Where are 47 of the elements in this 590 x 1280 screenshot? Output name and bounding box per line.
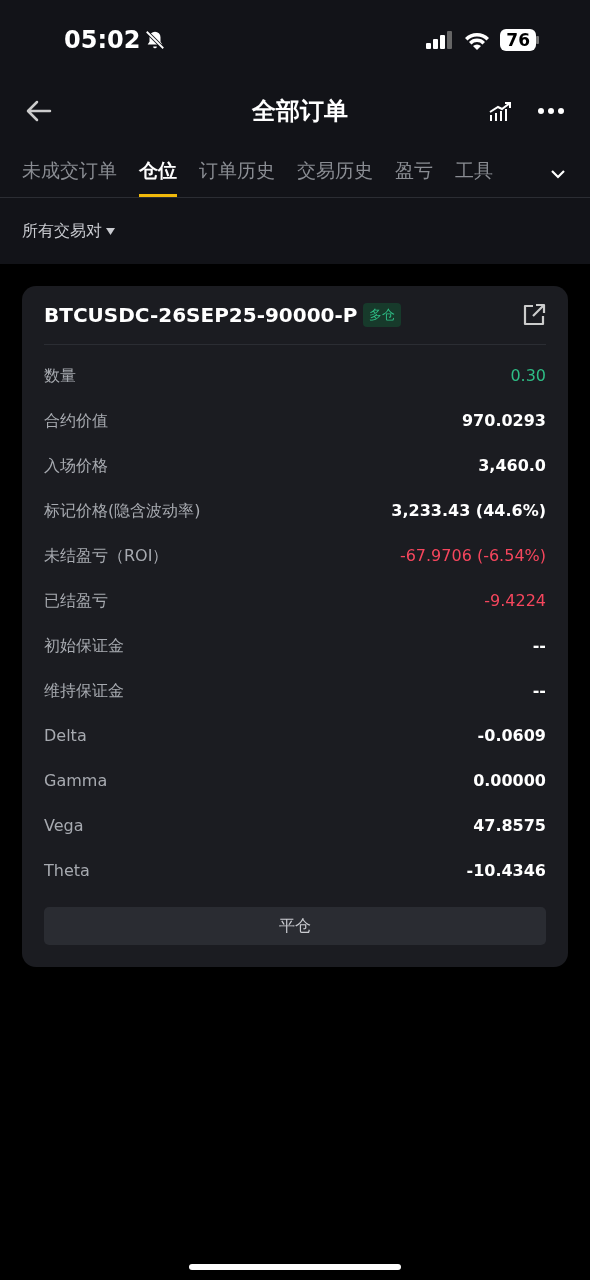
field-value: 970.0293 [462, 409, 546, 432]
close-position-button[interactable]: 平仓 [44, 907, 546, 945]
field-value: -9.4224 [484, 589, 546, 612]
field-value: 47.8575 [473, 814, 546, 837]
side-tag: 多仓 [363, 303, 402, 327]
field-label: 标记价格(隐含波动率) [44, 499, 201, 522]
share-icon[interactable] [522, 303, 546, 327]
field-value: 0.30 [510, 364, 546, 387]
signal-icon [426, 31, 455, 49]
battery-tip-icon [536, 36, 540, 44]
status-time: 05:02 [64, 25, 141, 56]
field-label: Vega [44, 814, 84, 837]
field-label: Delta [44, 724, 87, 747]
tab[interactable]: 盈亏 [395, 155, 433, 197]
chevron-down-icon[interactable] [550, 169, 566, 179]
field-label: 已结盈亏 [44, 589, 108, 612]
caret-icon [106, 227, 115, 235]
field-value: -- [532, 634, 546, 657]
battery-level: 76 [500, 29, 536, 51]
field-value: -- [532, 679, 546, 702]
field-value: -10.4346 [466, 859, 546, 882]
back-arrow-icon[interactable] [26, 100, 52, 122]
field-label: 数量 [44, 364, 76, 387]
field-value: 0.00000 [473, 769, 546, 792]
tab[interactable]: 仓位 [139, 155, 177, 197]
field-label: 未结盈亏（ROI） [44, 544, 169, 567]
tab[interactable]: 工具 [455, 155, 493, 197]
field-label: Gamma [44, 769, 108, 792]
field-value: -67.9706 (-6.54%) [399, 544, 546, 567]
field-value: 3,233.43 (44.6%) [391, 499, 546, 522]
page-title: 全部订单 [252, 96, 348, 127]
contract-symbol: BTCUSDC-26SEP25-90000-P [44, 302, 358, 329]
pair-filter[interactable]: 所有交易对 [22, 219, 115, 243]
field-label: 初始保证金 [44, 634, 124, 657]
tab[interactable]: 交易历史 [297, 155, 373, 197]
field-value: -0.0609 [477, 724, 546, 747]
field-label: Theta [44, 859, 90, 882]
field-value: 3,460.0 [478, 454, 546, 477]
tab[interactable]: 订单历史 [199, 155, 275, 197]
field-label: 维持保证金 [44, 679, 124, 702]
chart-icon[interactable] [488, 100, 512, 122]
field-label: 合约价值 [44, 409, 108, 432]
tab[interactable]: 未成交订单 [22, 155, 117, 197]
bell-slash-icon [144, 29, 167, 51]
wifi-icon [464, 30, 491, 50]
more-icon[interactable] [538, 108, 564, 114]
field-label: 入场价格 [44, 454, 108, 477]
